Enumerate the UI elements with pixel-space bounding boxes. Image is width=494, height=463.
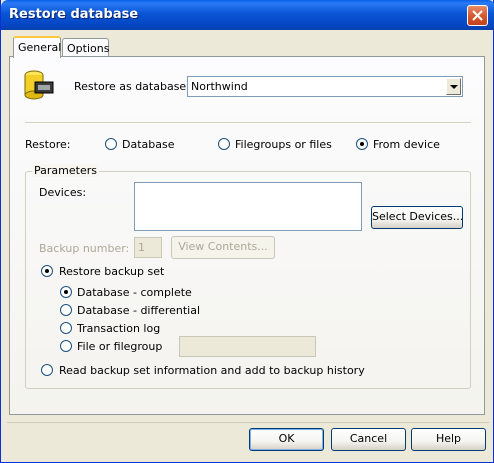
cancel-button[interactable]: Cancel bbox=[331, 428, 406, 451]
restore-as-database-label: Restore as database: bbox=[74, 80, 190, 93]
restore-database-label[interactable]: Database bbox=[122, 138, 175, 151]
database-icon bbox=[24, 70, 54, 100]
database-complete-label[interactable]: Database - complete bbox=[77, 286, 192, 299]
database-complete-radio[interactable] bbox=[60, 286, 72, 298]
help-button[interactable]: Help bbox=[411, 428, 486, 451]
tab-general-label: General bbox=[18, 41, 62, 54]
restore-label: Restore: bbox=[25, 138, 71, 151]
restore-backup-set-label[interactable]: Restore backup set bbox=[59, 265, 164, 278]
close-button[interactable] bbox=[467, 5, 488, 26]
window-title: Restore database bbox=[9, 7, 139, 22]
tab-general[interactable]: General bbox=[13, 36, 61, 58]
restore-database-dialog: Restore database General Options Restore… bbox=[0, 0, 494, 463]
file-or-filegroup-radio[interactable] bbox=[60, 340, 72, 352]
backup-number-label: Backup number: bbox=[39, 242, 130, 255]
restore-backup-set-radio[interactable] bbox=[41, 265, 53, 277]
transaction-log-radio[interactable] bbox=[60, 322, 72, 334]
devices-list[interactable] bbox=[134, 182, 362, 231]
transaction-log-label[interactable]: Transaction log bbox=[77, 322, 160, 335]
restore-as-database-value: Northwind bbox=[191, 80, 248, 93]
database-differential-label[interactable]: Database - differential bbox=[77, 304, 200, 317]
select-devices-button[interactable]: Select Devices... bbox=[371, 206, 463, 229]
tab-options-label: Options bbox=[67, 42, 110, 55]
read-backup-info-label[interactable]: Read backup set information and add to b… bbox=[59, 364, 365, 377]
backup-number-value: 1 bbox=[138, 241, 145, 254]
database-differential-radio[interactable] bbox=[60, 304, 72, 316]
ok-button[interactable]: OK bbox=[249, 428, 324, 451]
view-contents-button[interactable]: View Contents... bbox=[171, 236, 275, 259]
file-or-filegroup-field[interactable] bbox=[179, 336, 316, 357]
restore-as-database-combo[interactable]: Northwind bbox=[187, 76, 463, 97]
divider bbox=[25, 122, 471, 124]
chevron-down-icon[interactable] bbox=[446, 78, 461, 95]
restore-filegroups-radio[interactable] bbox=[218, 138, 230, 150]
parameters-group-title: Parameters bbox=[32, 164, 99, 177]
title-bar[interactable]: Restore database bbox=[1, 0, 494, 30]
restore-from-device-label[interactable]: From device bbox=[373, 138, 440, 151]
tab-options[interactable]: Options bbox=[62, 38, 109, 58]
read-backup-info-radio[interactable] bbox=[41, 364, 53, 376]
restore-database-radio[interactable] bbox=[105, 138, 117, 150]
restore-from-device-radio[interactable] bbox=[356, 138, 368, 150]
devices-label: Devices: bbox=[39, 186, 87, 199]
close-icon bbox=[472, 10, 483, 21]
file-or-filegroup-label[interactable]: File or filegroup bbox=[77, 340, 162, 353]
footer-divider bbox=[7, 422, 489, 423]
backup-number-field[interactable]: 1 bbox=[134, 237, 162, 258]
restore-filegroups-label[interactable]: Filegroups or files bbox=[235, 138, 332, 151]
